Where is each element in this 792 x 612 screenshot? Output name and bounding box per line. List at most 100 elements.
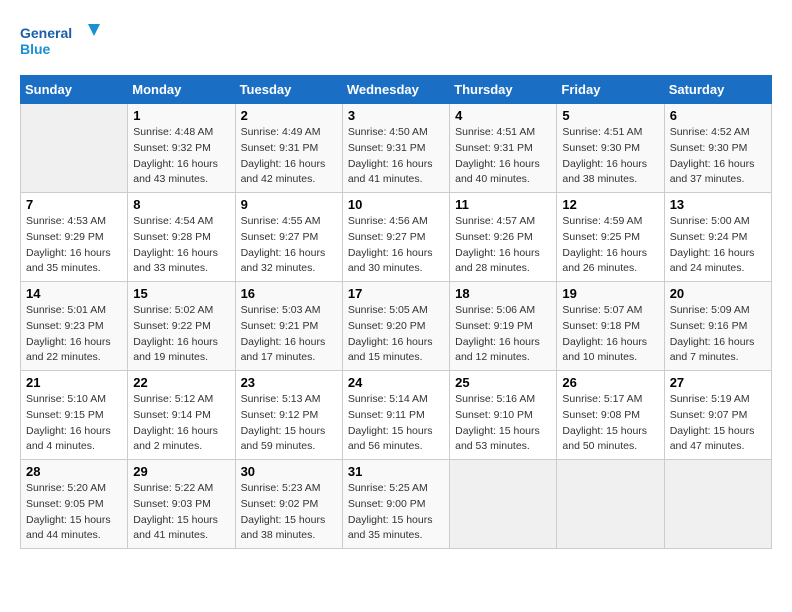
day-info: Sunrise: 5:03 AMSunset: 9:21 PMDaylight:… [241,303,337,366]
day-info: Sunrise: 4:52 AMSunset: 9:30 PMDaylight:… [670,125,766,188]
calendar-cell: 20Sunrise: 5:09 AMSunset: 9:16 PMDayligh… [664,282,771,371]
calendar-cell: 30Sunrise: 5:23 AMSunset: 9:02 PMDayligh… [235,460,342,549]
day-info: Sunrise: 5:00 AMSunset: 9:24 PMDaylight:… [670,214,766,277]
day-info: Sunrise: 4:53 AMSunset: 9:29 PMDaylight:… [26,214,122,277]
day-header-tuesday: Tuesday [235,76,342,104]
calendar-cell [664,460,771,549]
week-row-2: 7 Sunrise: 4:53 AMSunset: 9:29 PMDaylight… [21,193,772,282]
calendar-cell: 8 Sunrise: 4:54 AMSunset: 9:28 PMDaylight… [128,193,235,282]
calendar-cell: 31 Sunrise: 5:25 AMSunset: 9:00 PMDayligh… [342,460,449,549]
day-number: 23 [241,375,337,390]
calendar-cell: 18 Sunrise: 5:06 AMSunset: 9:19 PMDayligh… [450,282,557,371]
week-row-1: 1 Sunrise: 4:48 AMSunset: 9:32 PMDaylight… [21,104,772,193]
calendar-cell: 29Sunrise: 5:22 AMSunset: 9:03 PMDayligh… [128,460,235,549]
day-info: Sunrise: 5:13 AMSunset: 9:12 PMDaylight:… [241,392,337,455]
calendar-cell: 25Sunrise: 5:16 AMSunset: 9:10 PMDayligh… [450,371,557,460]
day-info: Sunrise: 4:57 AMSunset: 9:26 PMDaylight:… [455,214,551,277]
day-number: 4 [455,108,551,123]
calendar-cell: 28 Sunrise: 5:20 AMSunset: 9:05 PMDayligh… [21,460,128,549]
day-info: Sunrise: 4:56 AMSunset: 9:27 PMDaylight:… [348,214,444,277]
calendar-cell [557,460,664,549]
day-info: Sunrise: 5:14 AMSunset: 9:11 PMDaylight:… [348,392,444,455]
calendar-cell: 12Sunrise: 4:59 AMSunset: 9:25 PMDayligh… [557,193,664,282]
calendar-cell: 24 Sunrise: 5:14 AMSunset: 9:11 PMDayligh… [342,371,449,460]
day-number: 7 [26,197,122,212]
calendar-cell: 4 Sunrise: 4:51 AMSunset: 9:31 PMDaylight… [450,104,557,193]
day-number: 26 [562,375,658,390]
day-header-friday: Friday [557,76,664,104]
day-header-saturday: Saturday [664,76,771,104]
day-header-monday: Monday [128,76,235,104]
calendar-cell [21,104,128,193]
page-header: General Blue [20,20,772,65]
day-info: Sunrise: 5:06 AMSunset: 9:19 PMDaylight:… [455,303,551,366]
day-number: 6 [670,108,766,123]
day-number: 24 [348,375,444,390]
day-info: Sunrise: 5:12 AMSunset: 9:14 PMDaylight:… [133,392,229,455]
day-info: Sunrise: 5:22 AMSunset: 9:03 PMDaylight:… [133,481,229,544]
day-number: 22 [133,375,229,390]
day-info: Sunrise: 5:10 AMSunset: 9:15 PMDaylight:… [26,392,122,455]
day-info: Sunrise: 5:25 AMSunset: 9:00 PMDaylight:… [348,481,444,544]
day-number: 15 [133,286,229,301]
svg-text:Blue: Blue [20,41,51,57]
calendar-cell: 11 Sunrise: 4:57 AMSunset: 9:26 PMDayligh… [450,193,557,282]
day-number: 14 [26,286,122,301]
day-number: 25 [455,375,551,390]
day-number: 10 [348,197,444,212]
logo: General Blue [20,20,100,65]
days-header-row: SundayMondayTuesdayWednesdayThursdayFrid… [21,76,772,104]
calendar-cell: 19 Sunrise: 5:07 AMSunset: 9:18 PMDayligh… [557,282,664,371]
day-info: Sunrise: 4:48 AMSunset: 9:32 PMDaylight:… [133,125,229,188]
day-info: Sunrise: 5:01 AMSunset: 9:23 PMDaylight:… [26,303,122,366]
calendar-cell [450,460,557,549]
calendar-table: SundayMondayTuesdayWednesdayThursdayFrid… [20,75,772,549]
day-number: 21 [26,375,122,390]
day-info: Sunrise: 5:09 AMSunset: 9:16 PMDaylight:… [670,303,766,366]
calendar-cell: 9Sunrise: 4:55 AMSunset: 9:27 PMDaylight… [235,193,342,282]
day-number: 11 [455,197,551,212]
day-info: Sunrise: 5:20 AMSunset: 9:05 PMDaylight:… [26,481,122,544]
calendar-cell: 27 Sunrise: 5:19 AMSunset: 9:07 PMDayligh… [664,371,771,460]
calendar-cell: 2Sunrise: 4:49 AMSunset: 9:31 PMDaylight… [235,104,342,193]
day-number: 2 [241,108,337,123]
calendar-cell: 17Sunrise: 5:05 AMSunset: 9:20 PMDayligh… [342,282,449,371]
calendar-cell: 26Sunrise: 5:17 AMSunset: 9:08 PMDayligh… [557,371,664,460]
calendar-cell: 13 Sunrise: 5:00 AMSunset: 9:24 PMDayligh… [664,193,771,282]
calendar-cell: 21 Sunrise: 5:10 AMSunset: 9:15 PMDayligh… [21,371,128,460]
day-header-sunday: Sunday [21,76,128,104]
day-info: Sunrise: 4:51 AMSunset: 9:31 PMDaylight:… [455,125,551,188]
day-info: Sunrise: 4:54 AMSunset: 9:28 PMDaylight:… [133,214,229,277]
day-number: 27 [670,375,766,390]
day-number: 8 [133,197,229,212]
week-row-3: 14 Sunrise: 5:01 AMSunset: 9:23 PMDayligh… [21,282,772,371]
day-number: 17 [348,286,444,301]
day-info: Sunrise: 5:23 AMSunset: 9:02 PMDaylight:… [241,481,337,544]
logo-svg: General Blue [20,20,100,65]
day-info: Sunrise: 4:51 AMSunset: 9:30 PMDaylight:… [562,125,658,188]
day-number: 13 [670,197,766,212]
day-number: 1 [133,108,229,123]
day-info: Sunrise: 5:07 AMSunset: 9:18 PMDaylight:… [562,303,658,366]
calendar-cell: 14 Sunrise: 5:01 AMSunset: 9:23 PMDayligh… [21,282,128,371]
day-info: Sunrise: 5:19 AMSunset: 9:07 PMDaylight:… [670,392,766,455]
day-info: Sunrise: 4:50 AMSunset: 9:31 PMDaylight:… [348,125,444,188]
day-number: 16 [241,286,337,301]
week-row-5: 28 Sunrise: 5:20 AMSunset: 9:05 PMDayligh… [21,460,772,549]
day-number: 19 [562,286,658,301]
day-number: 3 [348,108,444,123]
day-number: 18 [455,286,551,301]
day-number: 5 [562,108,658,123]
day-number: 31 [348,464,444,479]
calendar-cell: 16 Sunrise: 5:03 AMSunset: 9:21 PMDayligh… [235,282,342,371]
calendar-cell: 1 Sunrise: 4:48 AMSunset: 9:32 PMDaylight… [128,104,235,193]
calendar-cell: 3 Sunrise: 4:50 AMSunset: 9:31 PMDaylight… [342,104,449,193]
calendar-cell: 15 Sunrise: 5:02 AMSunset: 9:22 PMDayligh… [128,282,235,371]
day-header-wednesday: Wednesday [342,76,449,104]
calendar-cell: 7 Sunrise: 4:53 AMSunset: 9:29 PMDaylight… [21,193,128,282]
calendar-cell: 6 Sunrise: 4:52 AMSunset: 9:30 PMDaylight… [664,104,771,193]
calendar-cell: 5 Sunrise: 4:51 AMSunset: 9:30 PMDaylight… [557,104,664,193]
week-row-4: 21 Sunrise: 5:10 AMSunset: 9:15 PMDayligh… [21,371,772,460]
day-info: Sunrise: 5:02 AMSunset: 9:22 PMDaylight:… [133,303,229,366]
day-number: 28 [26,464,122,479]
